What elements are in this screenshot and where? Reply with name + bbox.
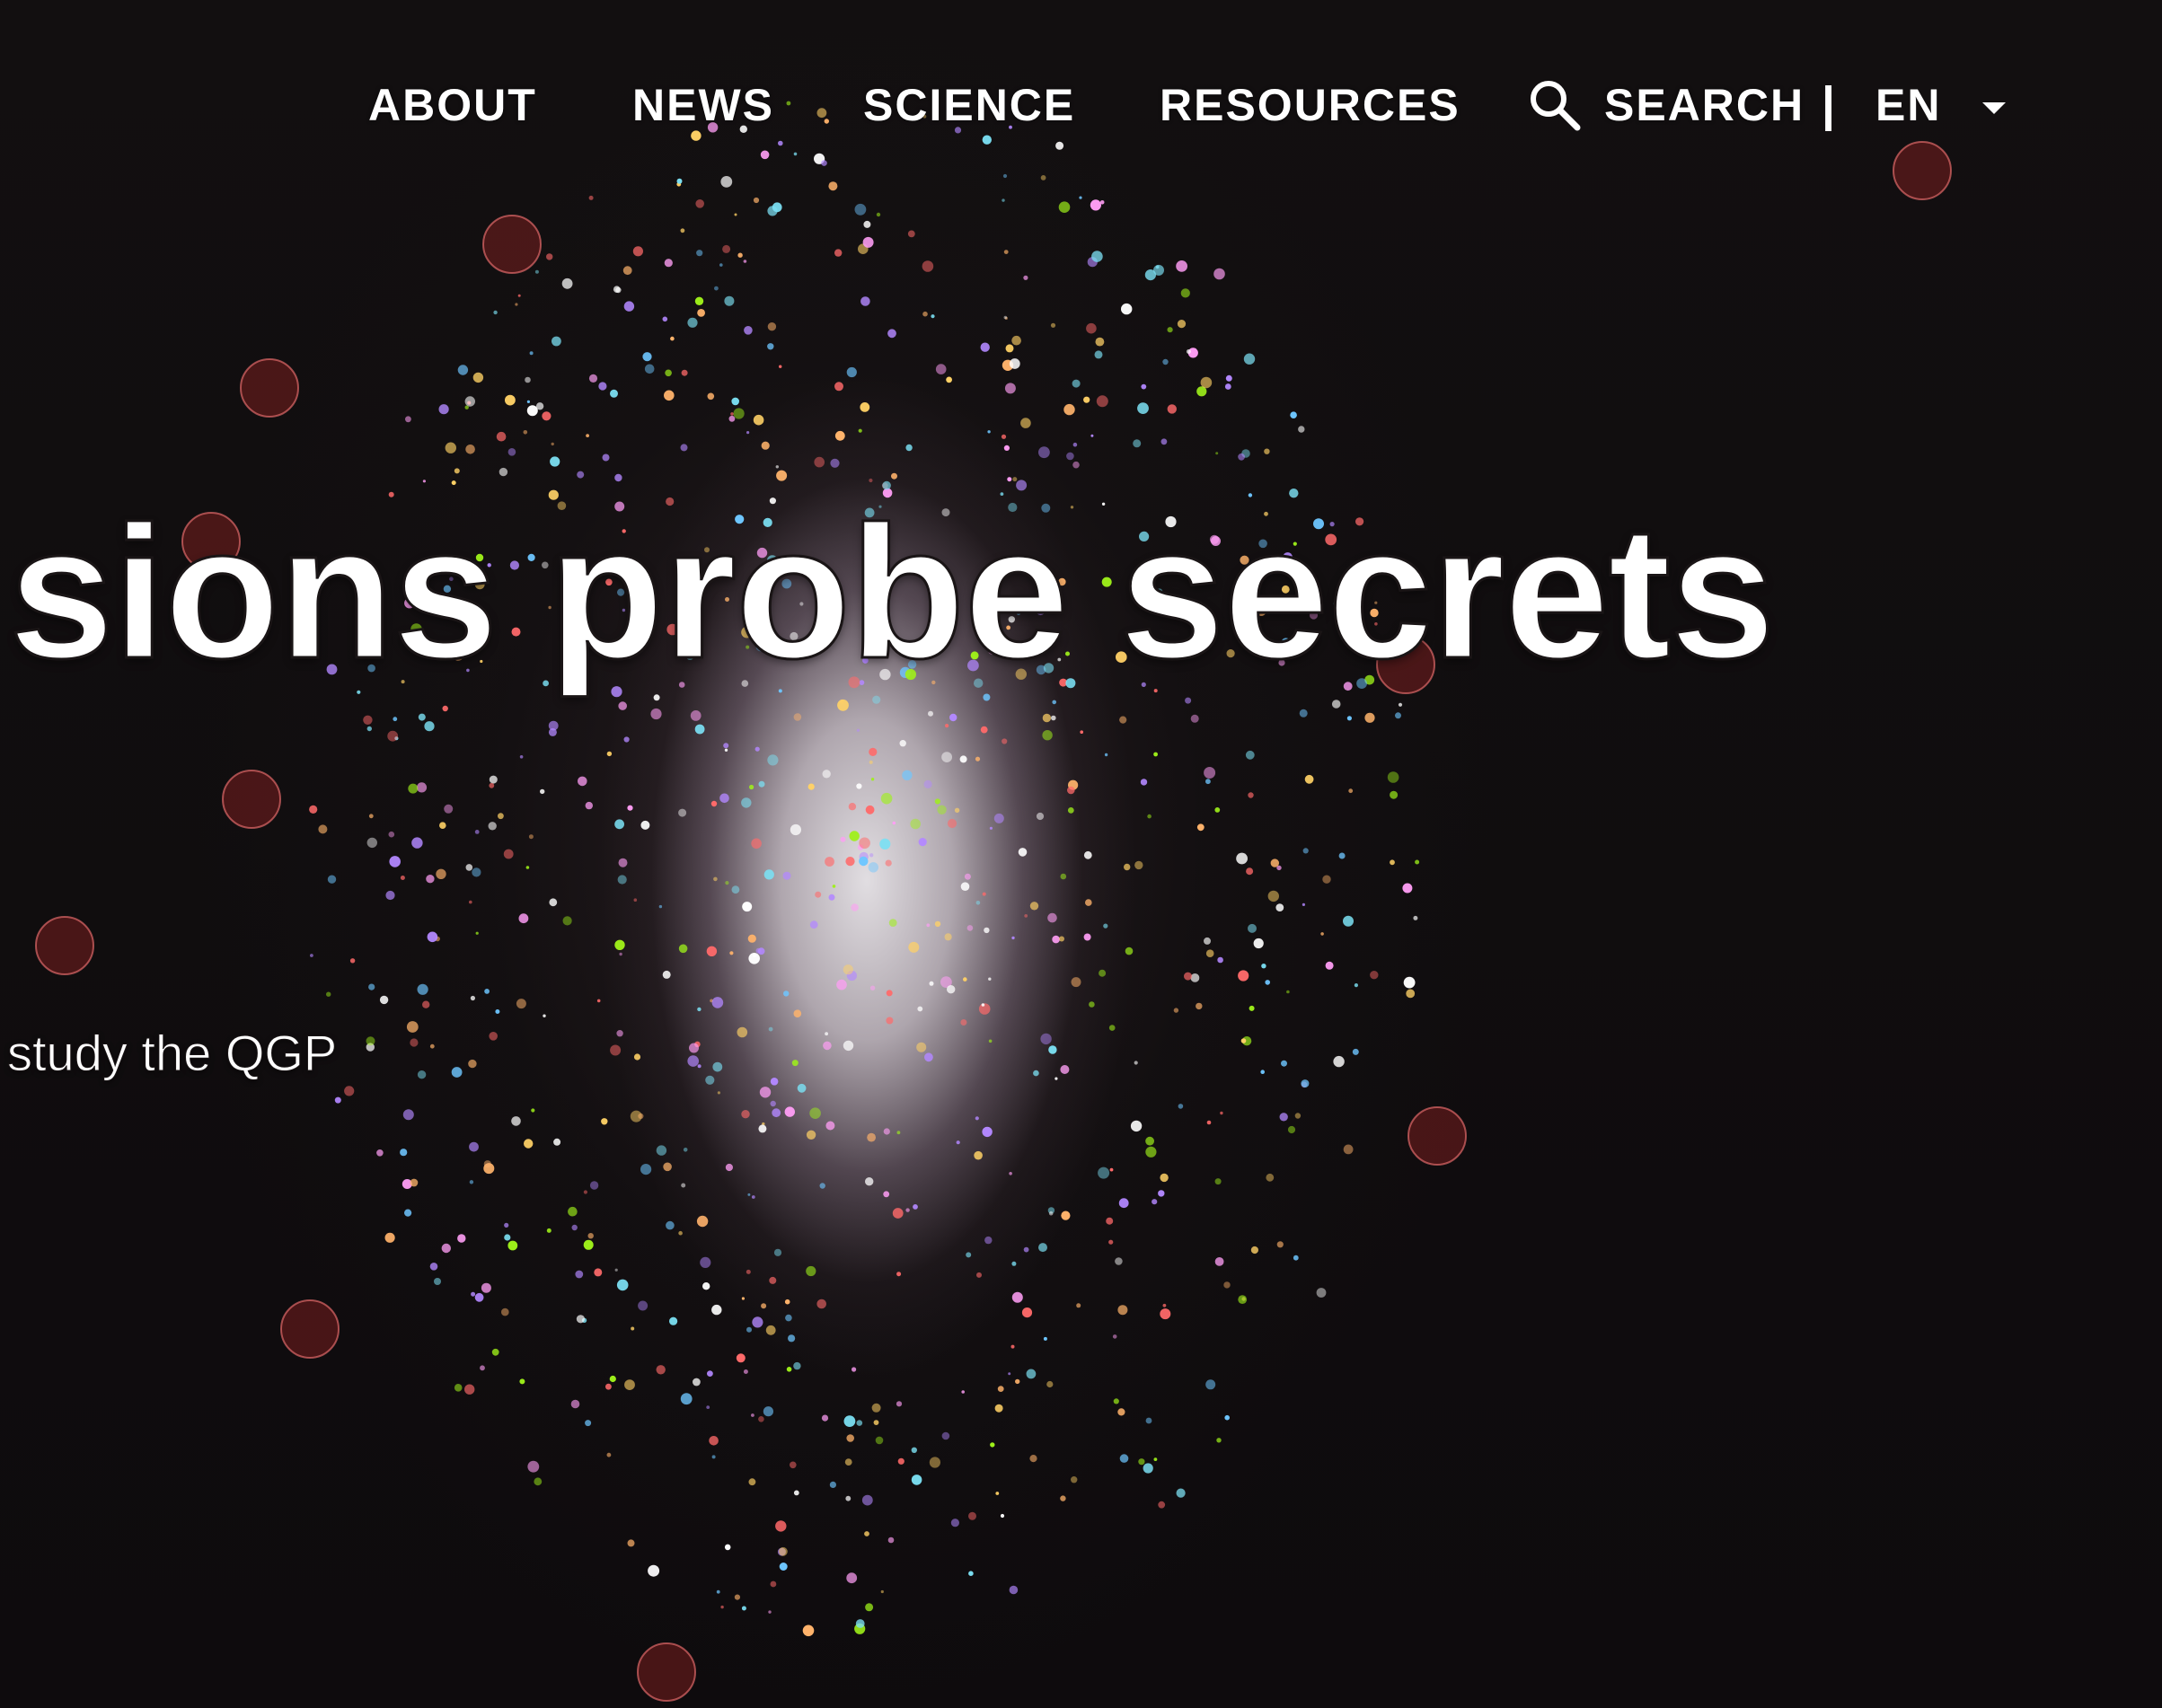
nav-item-about[interactable]: ABOUT	[368, 74, 537, 136]
hero-subtitle: study the QGP	[6, 1025, 338, 1082]
nav-item-science[interactable]: SCIENCE	[863, 74, 1075, 136]
nav-divider: |	[1822, 77, 1836, 131]
language-selector[interactable]: EN	[1875, 74, 2007, 136]
hero-headline: sions probe secrets	[7, 487, 1776, 698]
search-icon	[1531, 81, 1581, 131]
nav-item-resources[interactable]: RESOURCES	[1160, 74, 1460, 136]
caret-down-icon	[1982, 101, 2007, 114]
top-navigation: ABOUT NEWS SCIENCE RESOURCES SEARCH | EN	[0, 0, 2162, 180]
nav-item-news[interactable]: NEWS	[632, 74, 774, 136]
particle-collision-image	[35, 101, 1952, 1702]
search-label: SEARCH	[1604, 80, 1805, 130]
language-label: EN	[1875, 80, 1942, 130]
search-button[interactable]: SEARCH	[1527, 74, 1805, 136]
hero-section: sions probe secrets study the QGP	[0, 0, 2162, 1708]
